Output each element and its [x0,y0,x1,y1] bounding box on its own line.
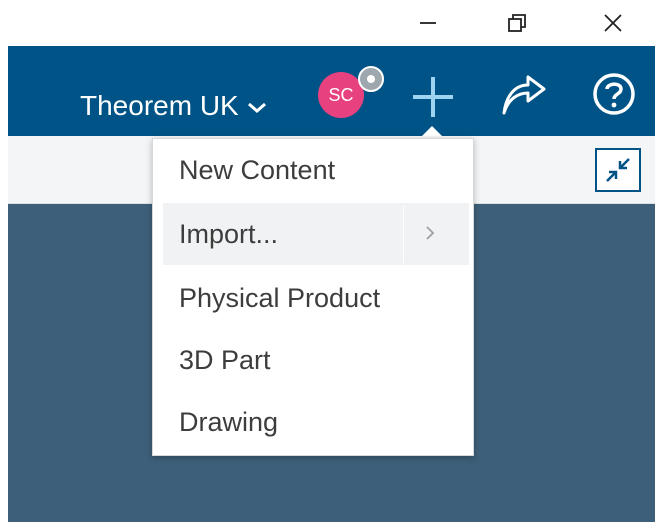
menu-item-label: Import... [179,218,279,249]
menu-item-label: Drawing [179,406,279,437]
avatar-initials: SC [328,84,354,105]
new-content-menu: New Content Import... Physical Product 3… [152,138,474,456]
minimize-button[interactable] [405,0,451,46]
presence-icon [358,66,384,92]
share-icon [502,75,546,115]
restore-icon [508,14,526,32]
menu-item-import[interactable]: Import... [163,203,469,265]
tenant-label: Theorem UK [80,90,239,121]
help-button[interactable] [592,72,636,121]
window-titlebar [0,0,655,46]
restore-button[interactable] [494,0,540,46]
menu-item-label: Physical Product [179,282,381,313]
menu-item-3d-part[interactable]: 3D Part [163,329,469,391]
plus-icon [413,77,453,117]
menu-item-label: 3D Part [179,344,271,375]
collapse-icon [606,158,630,182]
collapse-button[interactable] [595,148,641,192]
chevron-right-icon [426,226,435,240]
menu-item-physical-product[interactable]: Physical Product [163,267,469,329]
minimize-icon [420,22,436,24]
chevron-down-icon [247,102,266,113]
close-button[interactable] [590,0,636,46]
menu-item-drawing[interactable]: Drawing [163,391,469,453]
share-button[interactable] [500,74,548,121]
add-content-button[interactable] [410,74,456,125]
tenant-selector[interactable]: Theorem UK [80,90,267,122]
menu-item-label: New Content [179,154,336,185]
menu-divider [403,205,404,263]
menu-item-new-content[interactable]: New Content [163,139,469,201]
app-topbar: Theorem UK SC [8,46,655,138]
close-icon [604,14,622,32]
help-icon [593,73,635,115]
